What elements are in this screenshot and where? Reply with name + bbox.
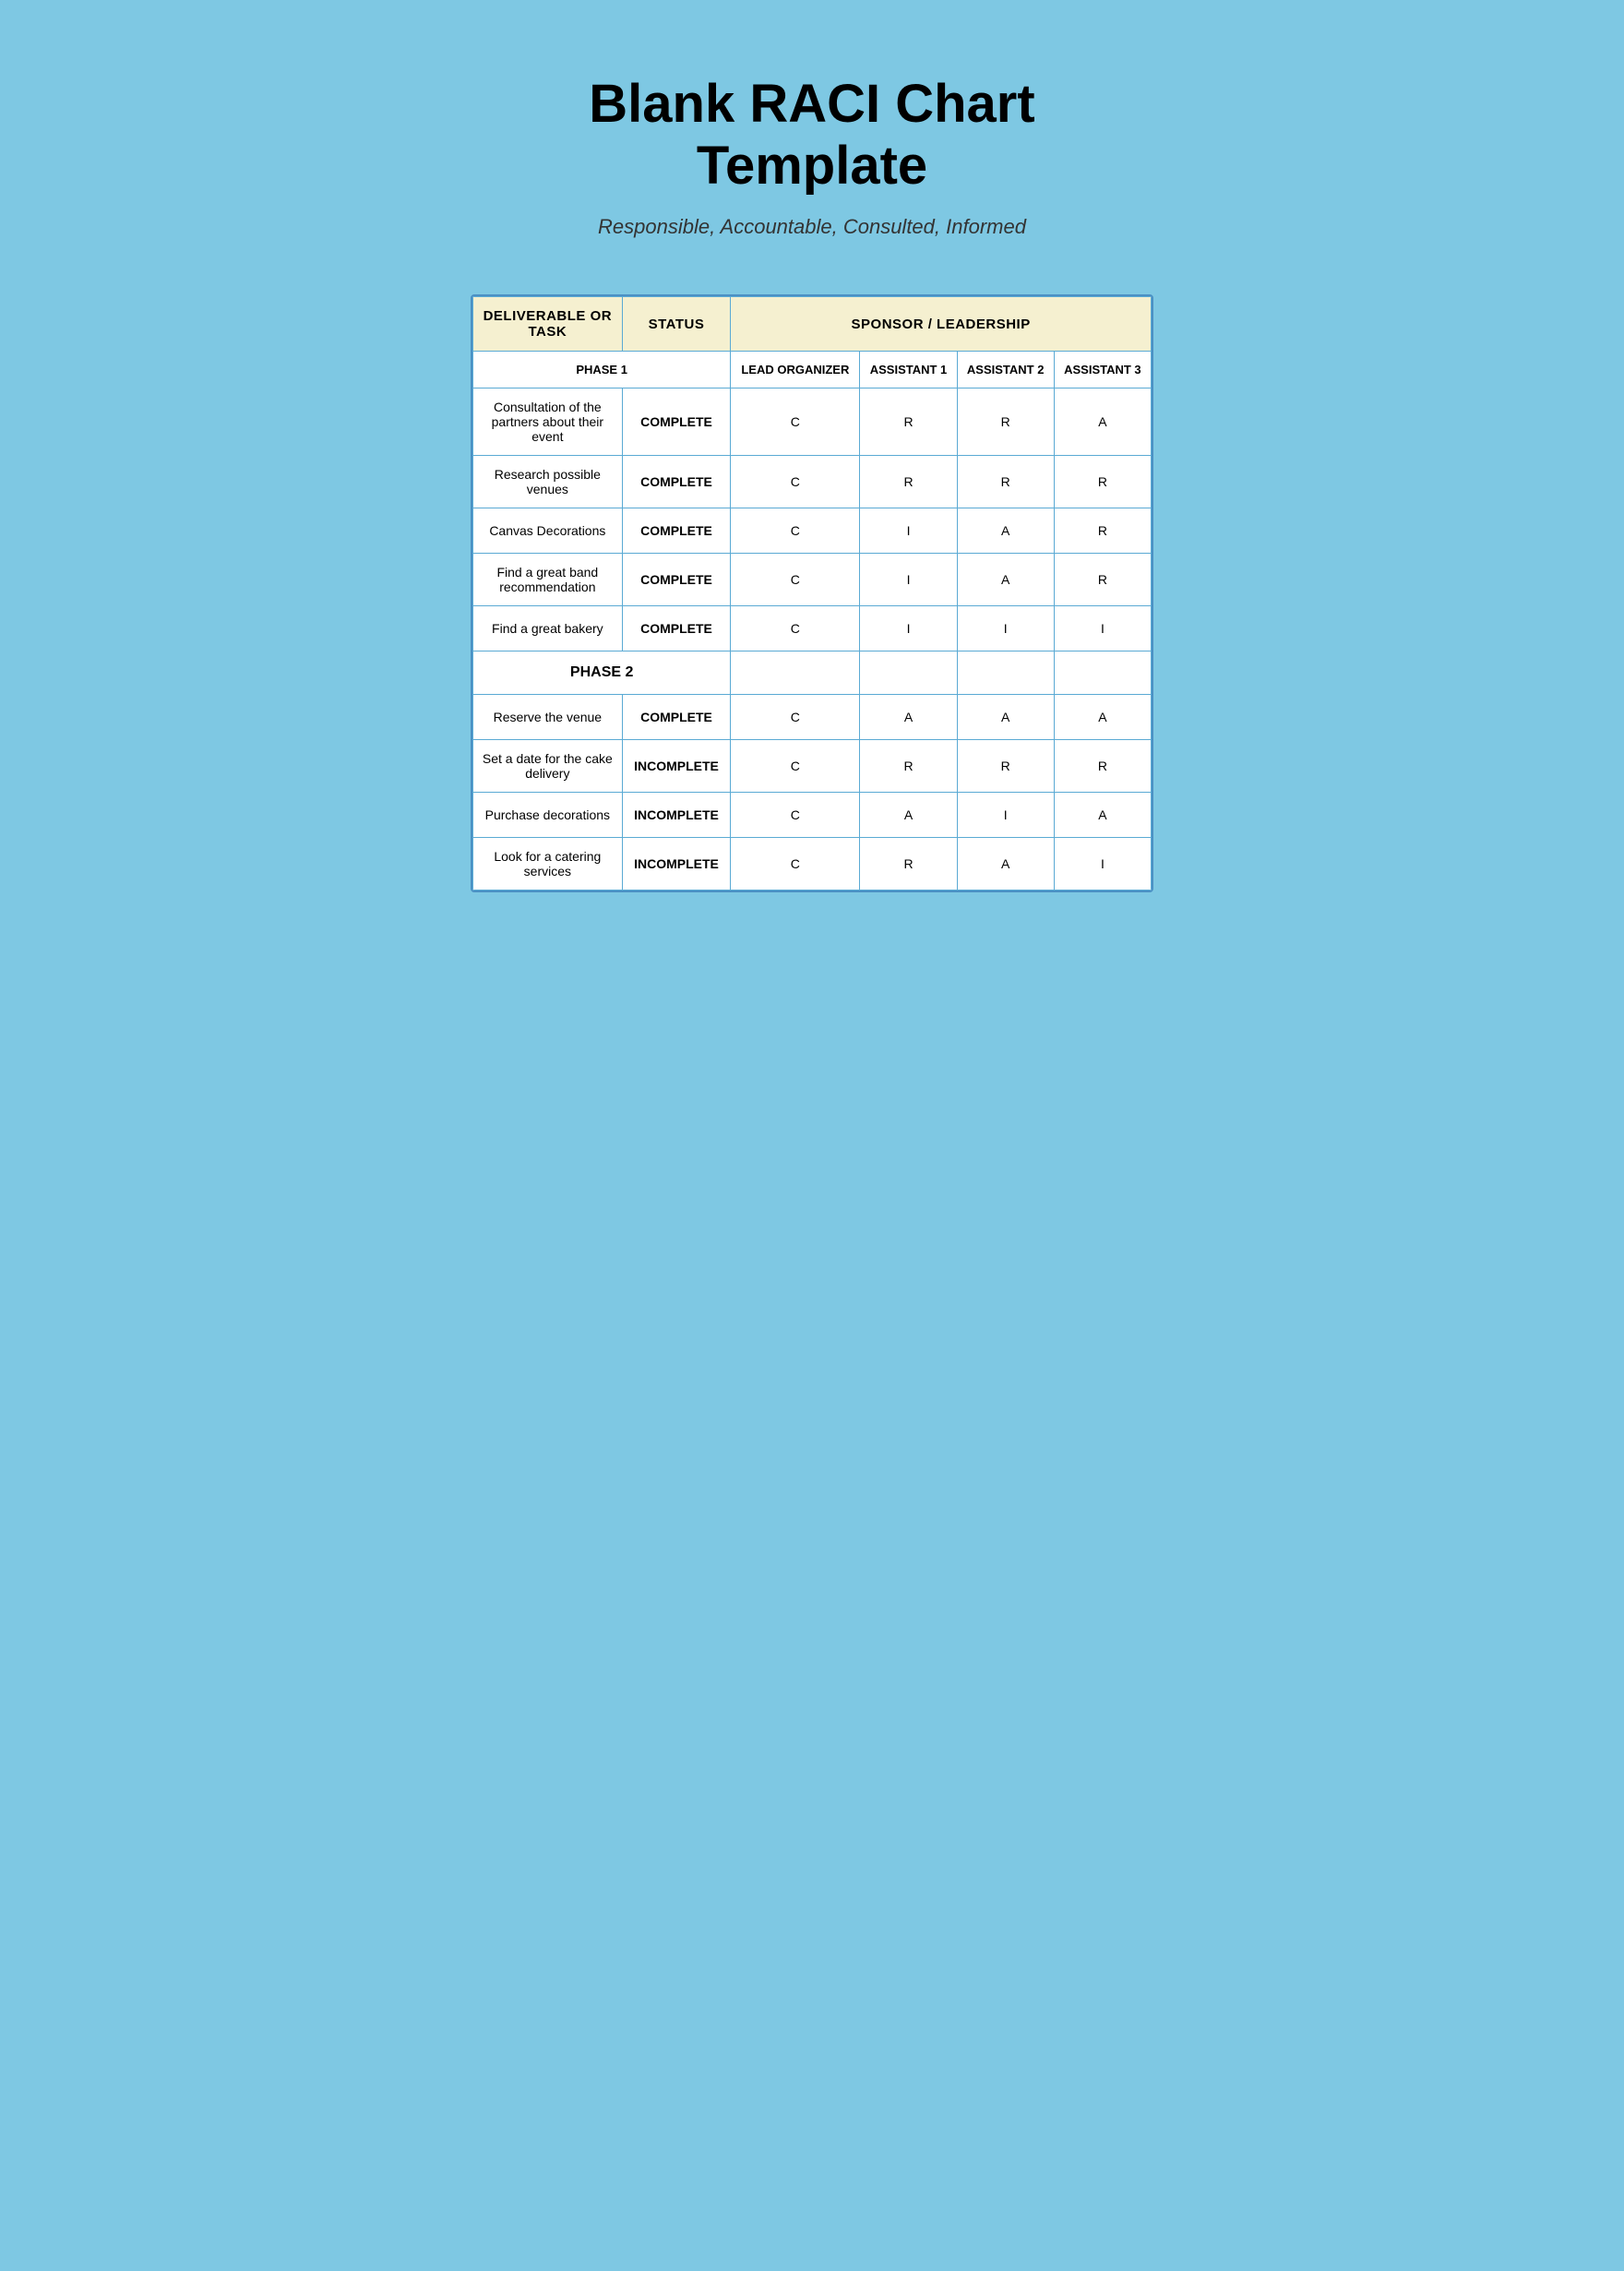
status-cell: INCOMPLETE [622,838,731,890]
lead-raci-cell: C [731,388,860,456]
task-cell: Find a great bakery [473,606,623,651]
phase2-lead-empty [731,651,860,695]
phase2-label: PHASE 2 [473,651,731,695]
lead-raci-cell: C [731,838,860,890]
a1-raci-cell: R [860,838,957,890]
phase2-a2-empty [957,651,1054,695]
table-row: Consultation of the partners about their… [473,388,1152,456]
phase1-subheader: PHASE 1 [473,352,731,388]
status-cell: COMPLETE [622,388,731,456]
a1-raci-cell: R [860,388,957,456]
subtitle: Responsible, Accountable, Consulted, Inf… [480,215,1144,239]
assistant2-header: ASSISTANT 2 [957,352,1054,388]
a1-raci-cell: I [860,508,957,554]
task-cell: Reserve the venue [473,695,623,740]
table-row: Look for a catering services INCOMPLETE … [473,838,1152,890]
status-cell: COMPLETE [622,508,731,554]
status-cell: COMPLETE [622,695,731,740]
table-row: Purchase decorations INCOMPLETE C A I A [473,793,1152,838]
a2-raci-cell: I [957,793,1054,838]
a2-raci-cell: R [957,740,1054,793]
lead-organizer-header: LEAD ORGANIZER [731,352,860,388]
task-cell: Canvas Decorations [473,508,623,554]
task-cell: Research possible venues [473,456,623,508]
sub-header-row: PHASE 1 LEAD ORGANIZER ASSISTANT 1 ASSIS… [473,352,1152,388]
a3-raci-cell: I [1054,606,1151,651]
phase2-header-row: PHASE 2 [473,651,1152,695]
a3-raci-cell: A [1054,388,1151,456]
status-cell: INCOMPLETE [622,793,731,838]
table-row: Set a date for the cake delivery INCOMPL… [473,740,1152,793]
table-row: Reserve the venue COMPLETE C A A A [473,695,1152,740]
lead-raci-cell: C [731,695,860,740]
task-cell: Consultation of the partners about their… [473,388,623,456]
phase2-a1-empty [860,651,957,695]
assistant1-header: ASSISTANT 1 [860,352,957,388]
raci-table-container: DELIVERABLE OR TASK STATUS SPONSOR / LEA… [471,294,1153,892]
table-row: Find a great bakery COMPLETE C I I I [473,606,1152,651]
a1-raci-cell: R [860,456,957,508]
main-title: Blank RACI Chart Template [480,74,1144,197]
a1-raci-cell: R [860,740,957,793]
a1-raci-cell: I [860,606,957,651]
a2-raci-cell: R [957,388,1054,456]
lead-raci-cell: C [731,793,860,838]
a3-raci-cell: R [1054,554,1151,606]
a1-raci-cell: A [860,793,957,838]
phase2-a3-empty [1054,651,1151,695]
a3-raci-cell: R [1054,740,1151,793]
a2-raci-cell: A [957,838,1054,890]
deliverable-header: DELIVERABLE OR TASK [473,297,623,352]
a1-raci-cell: A [860,695,957,740]
a1-raci-cell: I [860,554,957,606]
a2-raci-cell: R [957,456,1054,508]
task-cell: Look for a catering services [473,838,623,890]
status-header: STATUS [622,297,731,352]
a2-raci-cell: A [957,508,1054,554]
task-cell: Find a great band recommendation [473,554,623,606]
a2-raci-cell: A [957,695,1054,740]
a3-raci-cell: R [1054,456,1151,508]
a3-raci-cell: I [1054,838,1151,890]
sponsor-header: SPONSOR / LEADERSHIP [731,297,1152,352]
a3-raci-cell: A [1054,793,1151,838]
table-row: Research possible venues COMPLETE C R R … [473,456,1152,508]
assistant3-header: ASSISTANT 3 [1054,352,1151,388]
lead-raci-cell: C [731,606,860,651]
task-cell: Set a date for the cake delivery [473,740,623,793]
table-row: Find a great band recommendation COMPLET… [473,554,1152,606]
lead-raci-cell: C [731,508,860,554]
a2-raci-cell: I [957,606,1054,651]
a3-raci-cell: R [1054,508,1151,554]
status-cell: COMPLETE [622,456,731,508]
a3-raci-cell: A [1054,695,1151,740]
table-row: Canvas Decorations COMPLETE C I A R [473,508,1152,554]
main-header-row: DELIVERABLE OR TASK STATUS SPONSOR / LEA… [473,297,1152,352]
page-container: Blank RACI Chart Template Responsible, A… [461,37,1163,929]
status-cell: COMPLETE [622,606,731,651]
lead-raci-cell: C [731,554,860,606]
status-cell: COMPLETE [622,554,731,606]
raci-table: DELIVERABLE OR TASK STATUS SPONSOR / LEA… [472,296,1152,890]
table-body: Consultation of the partners about their… [473,388,1152,890]
title-section: Blank RACI Chart Template Responsible, A… [461,37,1163,294]
a2-raci-cell: A [957,554,1054,606]
lead-raci-cell: C [731,740,860,793]
lead-raci-cell: C [731,456,860,508]
task-cell: Purchase decorations [473,793,623,838]
status-cell: INCOMPLETE [622,740,731,793]
